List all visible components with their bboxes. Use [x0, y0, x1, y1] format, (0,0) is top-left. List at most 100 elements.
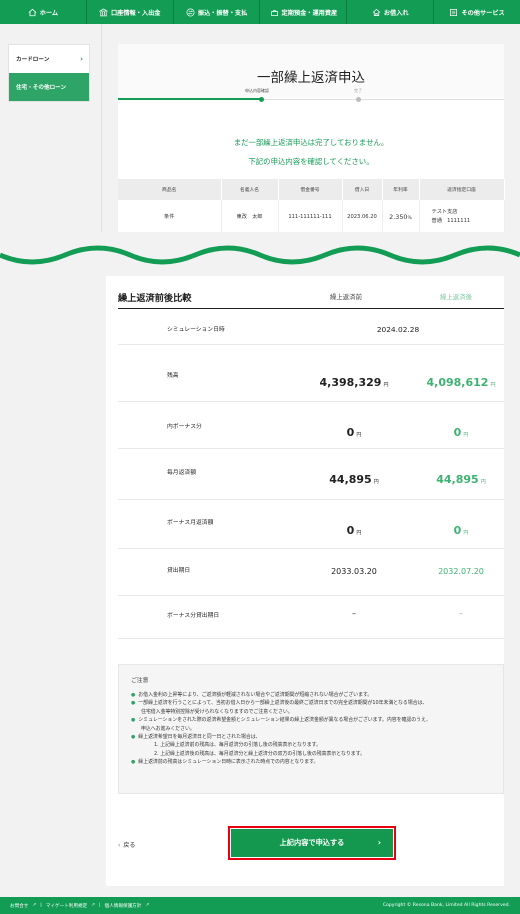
chevron-right-icon: › — [80, 55, 83, 63]
column-header: 年利率 — [382, 179, 420, 200]
back-link[interactable]: ‹ 戻る — [118, 840, 135, 849]
comparison-title: 繰上返済前後比較 — [118, 293, 192, 304]
savings-icon — [270, 9, 278, 16]
footer-link-contact[interactable]: お問合せ — [10, 903, 28, 909]
nav-transfer-label: 振込・振替・支払 — [197, 9, 248, 17]
balance-after: 4,098,612 円 — [401, 371, 520, 390]
chevron-left-icon: ‹ — [118, 842, 121, 849]
comparison-row-balance: 残高 4,398,329 円 4,098,612 円 — [118, 346, 504, 402]
step-label-complete: 完了 — [354, 88, 362, 93]
sidebar-item-card-loan[interactable]: カードローン › — [9, 45, 89, 73]
balance-before: 4,398,329 円 — [294, 371, 414, 390]
bonus-maturity-after: – — [459, 609, 463, 618]
step-label-confirm: 申込内容確認 — [245, 88, 269, 93]
nav-home-label: ホーム — [39, 9, 59, 17]
separator: | — [99, 902, 101, 908]
home-icon — [28, 8, 37, 16]
value: 4,098,612 — [426, 376, 489, 389]
column-after-header: 繰上返済後 — [440, 293, 472, 301]
sidebar-item-label: 住宅・その他ローン — [16, 85, 67, 91]
maturity-date-before: 2033.03.20 — [331, 567, 377, 576]
column-header: 名義人名 — [221, 179, 279, 200]
submit-button[interactable]: 上記内容で申込する › — [231, 829, 393, 857]
monthly-payment-after: 44,895 円 — [401, 468, 520, 487]
bullet-icon: ● — [131, 734, 136, 741]
caution-item: ● 一部繰上返済を行うことによって、当初お借入日から一部繰上返済後の最終ご返済日ま… — [131, 700, 428, 707]
comparison-panel: 繰上返済前後比較 繰上返済前 繰上返済後 シミュレーション日時 2024.02.… — [106, 276, 504, 886]
caution-box: ご注意 ● お借入金利の上昇等により、ご返済額が軽減されない場合やご返済期間が短縮… — [118, 664, 504, 794]
external-link-icon: ↗ — [91, 902, 96, 908]
product-cell: 条件 — [118, 200, 222, 235]
value: 0 — [453, 426, 462, 439]
step-dot-current — [259, 97, 264, 102]
footer-link-terms[interactable]: マイゲート利用規定 — [46, 903, 87, 909]
submit-highlight: 上記内容で申込する › — [228, 826, 396, 860]
services-icon — [450, 8, 458, 16]
sidebar: カードローン › 住宅・その他ローン — [8, 44, 90, 102]
back-label: 戻る — [123, 842, 136, 849]
nav-transfer[interactable]: 振込・振替・支払 — [174, 0, 261, 24]
nav-loans[interactable]: お借入れ — [347, 0, 435, 24]
nav-home[interactable]: ホーム — [0, 0, 87, 24]
page-title: 一部繰上返済申込 — [257, 70, 365, 86]
bonus-month-payment-after: 0円 — [401, 519, 520, 538]
bank-icon — [98, 7, 108, 16]
nav-accounts[interactable]: 口座情報・入出金 — [87, 0, 174, 24]
chevron-right-icon: › — [377, 838, 381, 847]
comparison-row-monthly-payment: 毎月返済額 44,895 円 44,895 円 — [118, 450, 504, 500]
value: 44,895 — [436, 473, 479, 486]
wave-separator — [0, 232, 520, 265]
bullet-icon: ● — [131, 700, 136, 707]
main-card: 一部繰上返済申込 申込内容確認 完了 まだ一部繰上返済申込は完了しておりません。… — [118, 44, 505, 244]
bonus-month-payment-before: 0円 — [294, 519, 414, 538]
table-row: 条件 東改 太郎 111-111111-111 2023.06.20 2.350… — [118, 200, 505, 235]
bonus-portion-after: 0円 — [401, 421, 520, 440]
divider — [101, 24, 102, 249]
nav-savings[interactable]: 定期預金・運用資産 — [260, 0, 348, 24]
nav-savings-label: 定期預金・運用資産 — [281, 9, 338, 17]
column-before-header: 繰上返済前 — [330, 293, 362, 301]
unit: 円 — [490, 382, 496, 388]
row-label: ボーナス分貸出期日 — [167, 613, 220, 619]
comparison-row-bonus-month-payment: ボーナス月返済額 0円 0円 — [118, 501, 504, 549]
unit: 円 — [356, 432, 362, 438]
rate-unit: % — [407, 215, 412, 221]
row-label: シミュレーション日時 — [167, 327, 225, 333]
rate-cell: 2.350% — [382, 200, 420, 235]
footer-link-privacy[interactable]: 個人情報保護方針 — [105, 903, 142, 909]
column-header: 返済指定口座 — [419, 179, 505, 200]
caution-item-cont: 住宅借入金等特別控除が受けられなくなりますのでご注意ください。 — [141, 708, 293, 715]
comparison-row-simulation-date: シミュレーション日時 2024.02.28 — [118, 309, 504, 345]
monthly-payment-before: 44,895 円 — [294, 468, 414, 487]
loan-icon — [372, 8, 381, 16]
notice-line-1: まだ一部繰上返済申込は完了しておりません。 — [233, 138, 389, 147]
account-branch: テスト支店 — [431, 209, 458, 216]
column-header: 借金番号 — [278, 179, 343, 200]
separator: | — [40, 902, 42, 908]
bullet-icon: ● — [131, 759, 136, 766]
bullet-icon: ● — [131, 692, 136, 698]
nav-accounts-label: 口座情報・入出金 — [110, 9, 161, 17]
rate-value: 2.350 — [389, 212, 408, 221]
notice-line-2: 下記の申込内容を確認してください。 — [248, 157, 374, 166]
maturity-date-after: 2032.07.20 — [438, 567, 484, 576]
nav-services[interactable]: その他サービス — [434, 0, 520, 24]
unit: 円 — [356, 530, 362, 536]
bullet-icon: ● — [131, 717, 136, 724]
bonus-maturity-before: – — [352, 609, 356, 618]
footer: お問合せ ↗ | マイゲート利用規定 ↗ | 個人情報保護方針 ↗ Copyri… — [0, 897, 520, 914]
row-label: 残高 — [167, 373, 179, 379]
date-cell: 2023.06.20 — [342, 200, 383, 235]
row-label: ボーナス月返済額 — [167, 520, 214, 526]
caution-item: ● 繰上返済前の残高はシミュレーション日時に表示された時点での内容となります。 — [131, 759, 319, 766]
unit: 円 — [480, 479, 486, 485]
value: 44,895 — [329, 473, 372, 486]
sidebar-item-housing-loan[interactable]: 住宅・その他ローン — [9, 73, 89, 101]
value: 0 — [346, 524, 355, 537]
nav-loans-label: お借入れ — [383, 9, 409, 17]
unit: 円 — [463, 530, 469, 536]
nav-services-label: その他サービス — [461, 9, 505, 17]
submit-label: 上記内容で申込する — [279, 838, 345, 847]
transfer-icon — [186, 8, 195, 16]
name-cell: 東改 太郎 — [221, 200, 279, 235]
